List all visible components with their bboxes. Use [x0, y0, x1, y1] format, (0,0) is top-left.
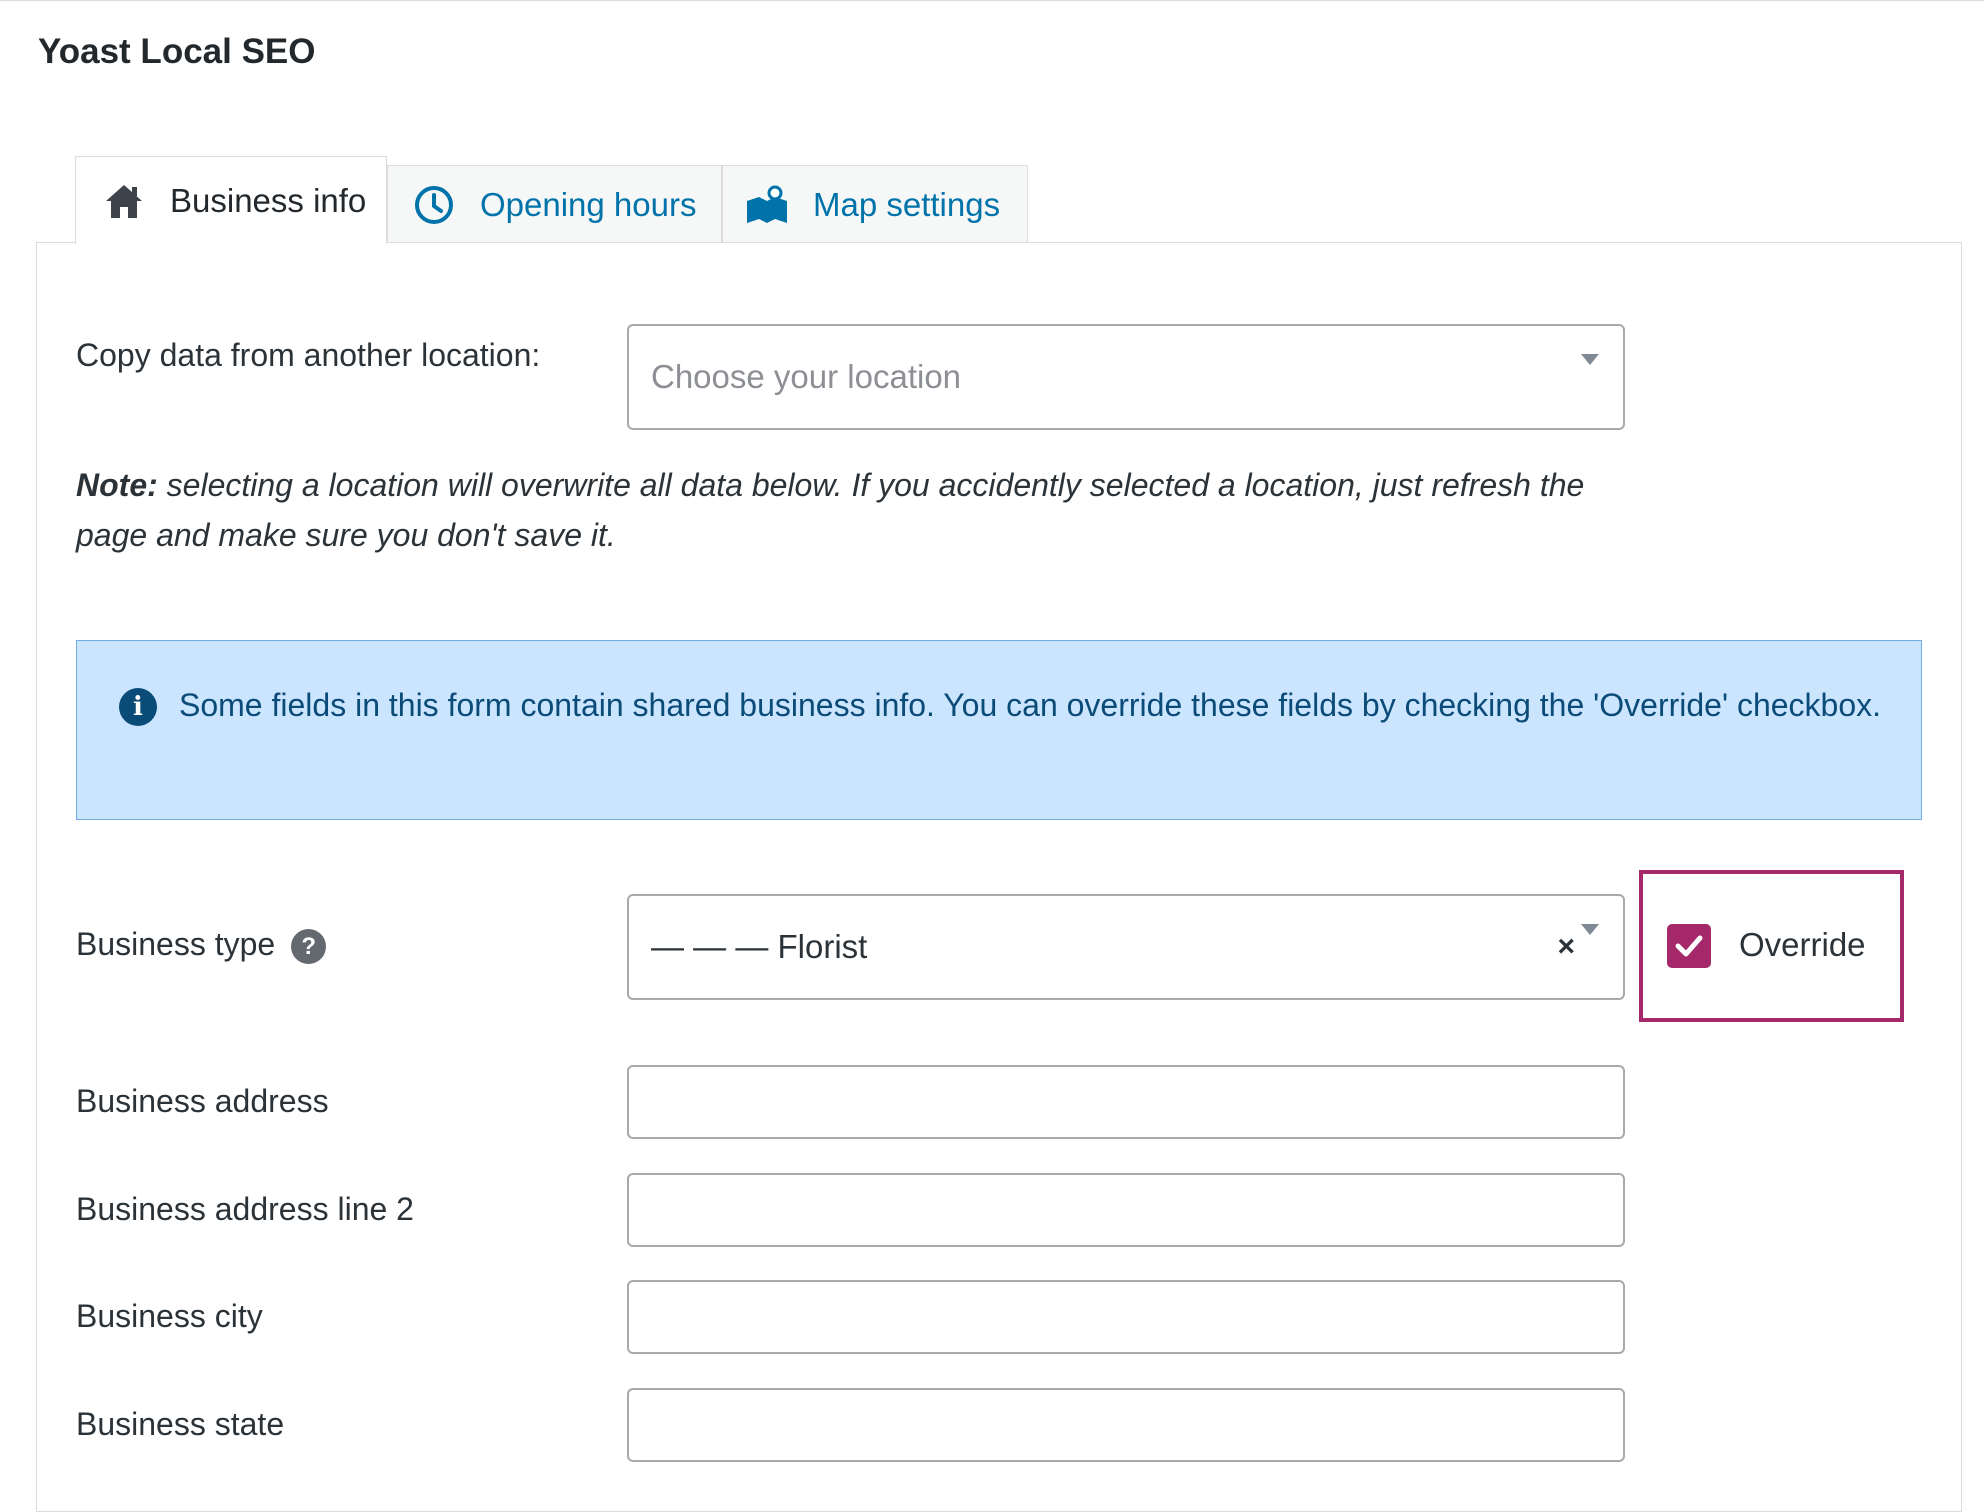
- tab-opening-hours[interactable]: Opening hours: [387, 165, 722, 243]
- top-divider: [0, 0, 1984, 1]
- business-address-2-input[interactable]: [627, 1173, 1625, 1247]
- business-address-label: Business address: [76, 1083, 329, 1119]
- business-address-2-label: Business address line 2: [76, 1191, 414, 1227]
- business-state-input[interactable]: [627, 1388, 1625, 1462]
- copy-location-label: Copy data from another location:: [76, 337, 541, 373]
- chevron-down-icon: [1581, 354, 1599, 365]
- clock-icon: [412, 183, 456, 227]
- override-highlight: Override: [1639, 870, 1904, 1022]
- map-pin-icon: [745, 183, 789, 227]
- info-icon: i: [119, 688, 157, 726]
- page-title: Yoast Local SEO: [38, 32, 316, 71]
- checkmark-icon: [1675, 935, 1703, 957]
- chevron-down-icon: [1581, 924, 1599, 935]
- business-type-label: Business type?: [76, 926, 327, 965]
- override-label: Override: [1739, 926, 1866, 963]
- business-city-label: Business city: [76, 1298, 263, 1334]
- shared-info-notice: i Some fields in this form contain share…: [76, 640, 1922, 820]
- overwrite-note: Note: selecting a location will overwrit…: [76, 460, 1616, 560]
- copy-location-placeholder: Choose your location: [651, 358, 962, 395]
- business-type-label-text: Business type: [76, 926, 276, 962]
- business-address-input[interactable]: [627, 1065, 1625, 1139]
- tab-label: Opening hours: [480, 185, 697, 223]
- tab-label: Business info: [170, 181, 367, 219]
- override-checkbox[interactable]: [1667, 924, 1711, 968]
- tab-map-settings[interactable]: Map settings: [722, 165, 1028, 243]
- help-icon[interactable]: ?: [291, 929, 327, 965]
- clear-selection-icon[interactable]: ×: [1557, 932, 1575, 962]
- tab-business-info[interactable]: Business info: [75, 156, 387, 244]
- note-text: selecting a location will overwrite all …: [76, 467, 1585, 553]
- copy-location-select[interactable]: Choose your location: [627, 324, 1625, 430]
- note-prefix: Note:: [76, 467, 158, 503]
- business-type-select[interactable]: — — — Florist ×: [627, 894, 1625, 1000]
- business-city-input[interactable]: [627, 1280, 1625, 1354]
- tab-label: Map settings: [813, 185, 1001, 223]
- home-icon: [102, 179, 146, 223]
- business-state-label: Business state: [76, 1406, 285, 1442]
- notice-text: Some fields in this form contain shared …: [179, 687, 1882, 723]
- business-type-value: — — — Florist: [651, 928, 868, 965]
